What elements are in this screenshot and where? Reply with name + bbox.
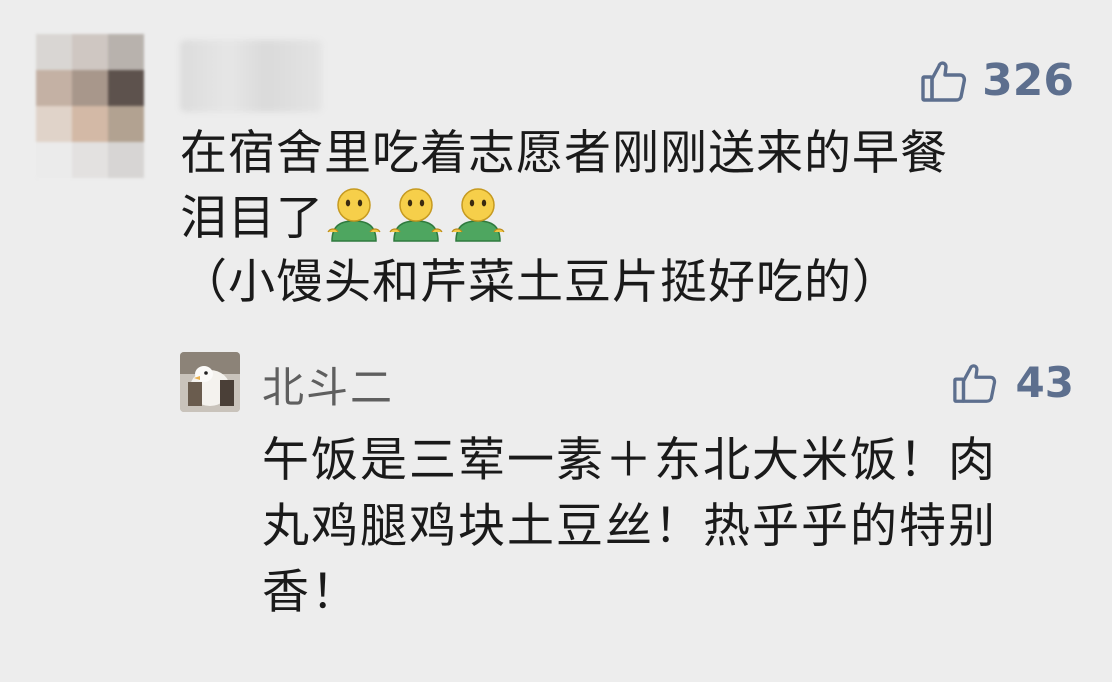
like-count: 326 — [982, 55, 1074, 106]
author-name-blurred[interactable] — [180, 40, 322, 112]
comment-line: 在宿舍里吃着志愿者刚刚送来的早餐 — [180, 126, 948, 181]
comment-line: 泪目了 — [180, 191, 324, 246]
person-emoji-icon — [451, 188, 505, 242]
like-count: 43 — [1015, 358, 1074, 407]
reply-avatar[interactable] — [180, 352, 240, 412]
comment-text: 在宿舍里吃着志愿者刚刚送来的早餐 泪目了 （小馒头和芹菜土豆片挺好吃的） — [180, 122, 1060, 315]
reply-author-name[interactable]: 北斗二 — [262, 354, 394, 415]
like-button[interactable]: 326 — [920, 55, 1074, 106]
reply-line: 午饭是三荤一素＋东北大米饭！肉 — [262, 433, 997, 488]
comment-line-with-emoji: 泪目了 — [180, 186, 1060, 251]
thumbs-up-icon — [921, 60, 967, 102]
person-emoji-icon — [327, 188, 381, 242]
reply-text: 午饭是三荤一素＋东北大米饭！肉 丸鸡腿鸡块土豆丝！热乎乎的特别 香！ — [262, 428, 1062, 626]
reply-like-button[interactable]: 43 — [952, 358, 1074, 407]
reply-line: 香！ — [262, 565, 360, 620]
person-emoji-icon — [389, 188, 443, 242]
avatar[interactable] — [36, 34, 144, 178]
comment-line: （小馒头和芹菜土豆片挺好吃的） — [180, 255, 900, 310]
reply-line: 丸鸡腿鸡块土豆丝！热乎乎的特别 — [262, 499, 997, 554]
thumbs-up-icon — [952, 363, 996, 403]
avatar-image — [180, 352, 240, 412]
